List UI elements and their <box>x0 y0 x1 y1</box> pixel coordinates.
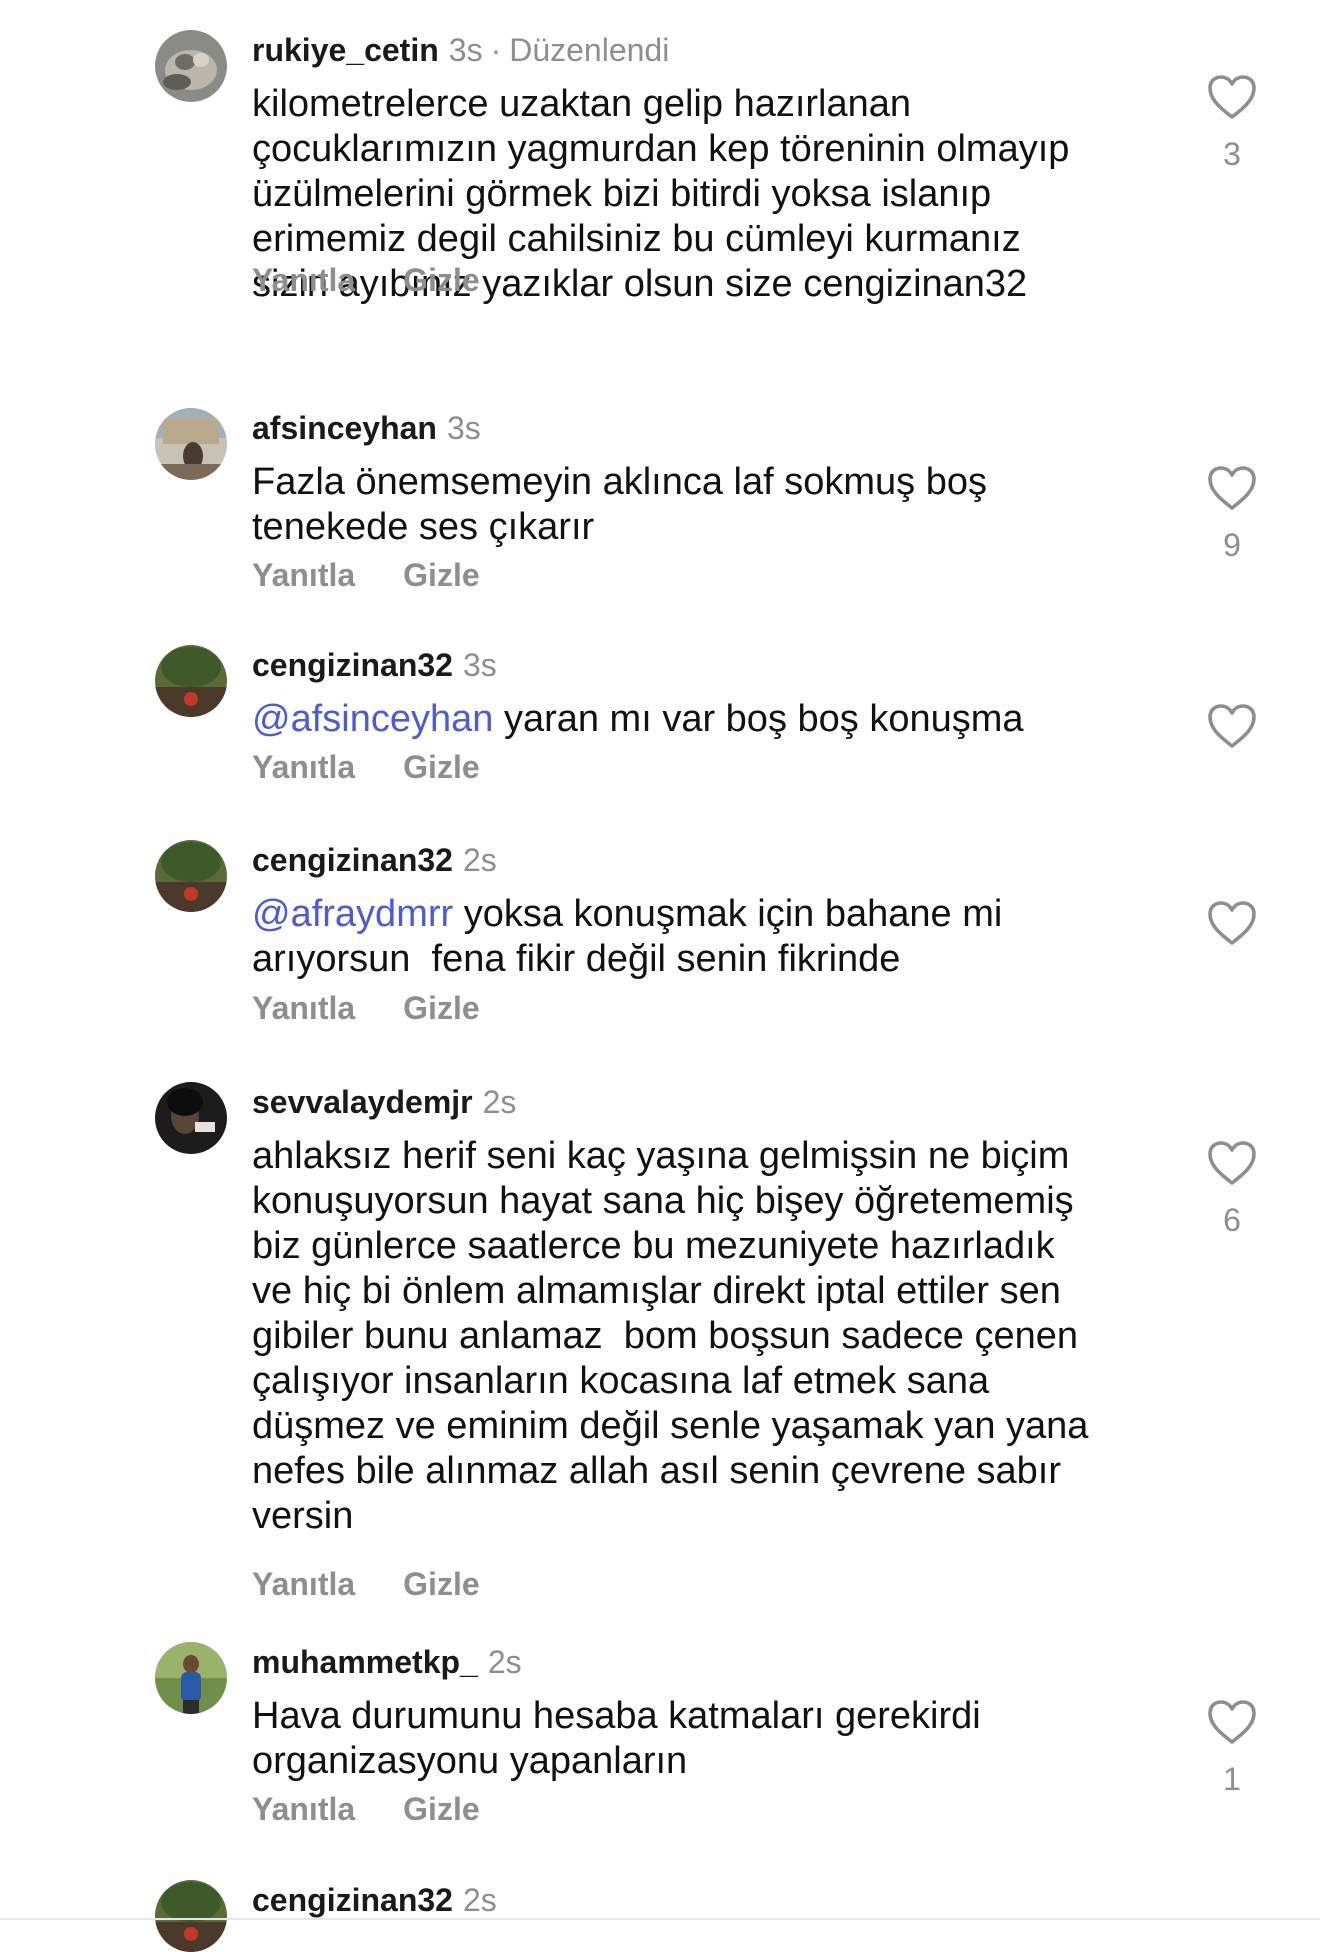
username[interactable]: rukiye_cetin <box>252 32 439 68</box>
separator-dot: · <box>490 32 502 68</box>
hide-button[interactable]: Gizle <box>403 1791 479 1827</box>
like-control: 6 <box>1202 1140 1262 1240</box>
comment-text-line: @afsinceyhan yaran mı var boş boş konuşm… <box>252 697 1152 742</box>
comment-text-line: kilometrelerce uzaktan gelip hazırlanan <box>252 83 912 125</box>
comment-text-line: çalışıyor insanların kocasına laf etmek … <box>252 1360 990 1402</box>
avatar[interactable] <box>155 408 227 480</box>
comment-header: cengizinan32 3s <box>252 645 497 685</box>
heart-outline-icon[interactable] <box>1202 1699 1262 1745</box>
hide-button[interactable]: Gizle <box>403 990 479 1026</box>
avatar[interactable] <box>155 1880 227 1952</box>
comment-text-line: @afraydmrr yoksa konuşmak için bahane mi <box>252 892 1152 937</box>
reply-button[interactable]: Yanıtla <box>252 749 355 785</box>
username[interactable]: cengizinan32 <box>252 842 453 878</box>
comment-header: sevvalaydemjr 2s <box>252 1082 516 1122</box>
like-count[interactable]: 3 <box>1202 134 1262 174</box>
comment-text-line: biz günlerce saatlerce bu mezuniyete haz… <box>252 1225 1055 1267</box>
reply-button[interactable]: Yanıtla <box>252 1791 355 1827</box>
like-control: 1 <box>1202 1699 1262 1799</box>
timestamp: 3s <box>448 32 483 68</box>
username[interactable]: cengizinan32 <box>252 647 453 683</box>
comment-text-line: Hava durumunu hesaba katmaları gerekirdi <box>252 1695 981 1737</box>
comment-text-line: ahlaksız herif seni kaç yaşına gelmişsin… <box>252 1135 1070 1177</box>
like-control <box>1202 900 1262 946</box>
avatar[interactable] <box>155 840 227 912</box>
hide-button[interactable]: Gizle <box>403 1566 479 1602</box>
reply-button[interactable]: Yanıtla <box>252 557 355 593</box>
comment-text-line: tenekede ses çıkarır <box>252 506 595 548</box>
like-count[interactable]: 1 <box>1202 1759 1262 1799</box>
comment-actions: Yanıtla Gizle <box>252 1789 480 1829</box>
like-count[interactable]: 9 <box>1202 525 1262 565</box>
like-count[interactable]: 6 <box>1202 1200 1262 1240</box>
timestamp: 2s <box>487 1644 522 1680</box>
comment-text-line: üzülmelerini görmek bizi bitirdi yoksa i… <box>252 173 992 215</box>
timestamp: 3s <box>462 647 497 683</box>
hide-button[interactable]: Gizle <box>403 262 479 298</box>
username[interactable]: muhammetkp_ <box>252 1644 478 1680</box>
heart-outline-icon[interactable] <box>1202 465 1262 511</box>
username[interactable]: sevvalaydemjr <box>252 1084 473 1120</box>
comment-text-fragment: yaran mı var boş boş konuşma <box>493 698 1024 740</box>
comment-text: @afraydmrr yoksa konuşmak için bahane mi… <box>252 892 1152 982</box>
timestamp: 2s <box>462 842 497 878</box>
like-control <box>1202 703 1262 749</box>
avatar[interactable] <box>155 30 227 102</box>
comment-text-line: erimemiz degil cahilsiniz bu cümleyi kur… <box>252 218 1021 260</box>
timestamp: 2s <box>462 1882 497 1918</box>
mention-link[interactable]: @afraydmrr <box>252 893 453 935</box>
comment-header: cengizinan32 2s <box>252 840 497 880</box>
comment-text-line: versin <box>252 1495 354 1537</box>
username[interactable]: cengizinan32 <box>252 1882 453 1918</box>
comment-text: ahlaksız herif seni kaç yaşına gelmişsin… <box>252 1134 1152 1539</box>
heart-outline-icon[interactable] <box>1202 703 1262 749</box>
comment-text-line: nefes bile alınmaz allah asıl senin çevr… <box>252 1450 1062 1492</box>
comment-actions: Yanıtla Gizle <box>252 555 480 595</box>
reply-button[interactable]: Yanıtla <box>252 1566 355 1602</box>
reply-button[interactable]: Yanıtla <box>252 262 355 298</box>
like-control: 3 <box>1202 74 1262 174</box>
comment-actions: Yanıtla Gizle <box>252 1564 480 1604</box>
comment-text-line: ve hiç bi önlem almamışlar direkt iptal … <box>252 1270 1061 1312</box>
comment-header: rukiye_cetin 3s · Düzenlendi <box>252 30 669 70</box>
comment-actions: Yanıtla Gizle <box>252 260 480 300</box>
heart-outline-icon[interactable] <box>1202 900 1262 946</box>
heart-outline-icon[interactable] <box>1202 1140 1262 1186</box>
edited-label: Düzenlendi <box>509 32 670 68</box>
comment-text-line: konuşuyorsun hayat sana hiç bişey öğrete… <box>252 1180 1074 1222</box>
timestamp: 3s <box>446 410 481 446</box>
hide-button[interactable]: Gizle <box>403 557 479 593</box>
comment-text-line: çocuklarımızın yagmurdan kep töreninin o… <box>252 128 1070 170</box>
comment-text-line: organizasyonu yapanların <box>252 1740 688 1782</box>
comment-header: cengizinan32 2s <box>252 1880 497 1920</box>
bottom-divider <box>0 1918 1320 1920</box>
timestamp: 2s <box>482 1084 517 1120</box>
comment-text-line: düşmez ve eminim değil senle yaşamak yan… <box>252 1405 1089 1447</box>
reply-button[interactable]: Yanıtla <box>252 990 355 1026</box>
mention-link[interactable]: @afsinceyhan <box>252 698 493 740</box>
comment-text: Hava durumunu hesaba katmaları gerekirdi… <box>252 1694 1152 1784</box>
hide-button[interactable]: Gizle <box>403 749 479 785</box>
comment-header: afsinceyhan 3s <box>252 408 481 448</box>
comment-text-fragment: yoksa konuşmak için bahane mi <box>453 893 1003 935</box>
like-control: 9 <box>1202 465 1262 565</box>
comment-text: @afsinceyhan yaran mı var boş boş konuşm… <box>252 697 1152 742</box>
comment-actions: Yanıtla Gizle <box>252 988 480 1028</box>
heart-outline-icon[interactable] <box>1202 74 1262 120</box>
comment-text-line: arıyorsun fena fikir değil senin fikrind… <box>252 938 901 980</box>
comment-actions: Yanıtla Gizle <box>252 747 480 787</box>
comment-text-line: gibiler bunu anlamaz bom boşsun sadece ç… <box>252 1315 1078 1357</box>
avatar[interactable] <box>155 1642 227 1714</box>
avatar[interactable] <box>155 1082 227 1154</box>
avatar[interactable] <box>155 645 227 717</box>
comment-text-line: Fazla önemsemeyin aklınca laf sokmuş boş <box>252 461 987 503</box>
username[interactable]: afsinceyhan <box>252 410 437 446</box>
comment-text: Fazla önemsemeyin aklınca laf sokmuş boş… <box>252 460 1152 550</box>
comment-header: muhammetkp_ 2s <box>252 1642 522 1682</box>
